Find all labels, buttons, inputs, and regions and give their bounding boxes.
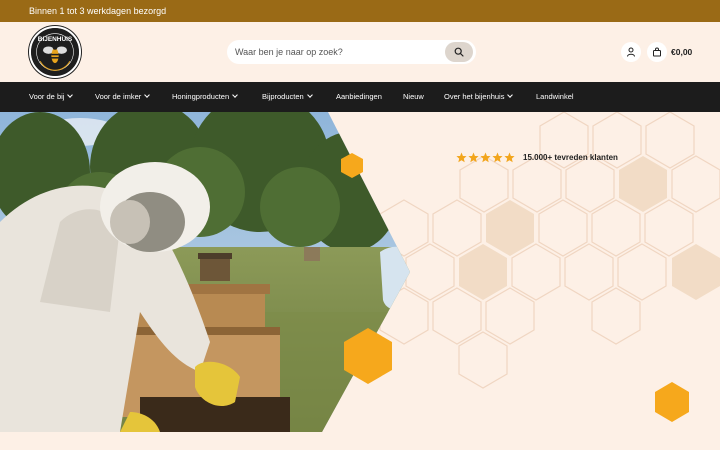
site-header: BIJENHUIS €0,00 bbox=[0, 22, 720, 82]
chevron-down-icon bbox=[232, 92, 238, 98]
customer-rating: 15.000+ tevreden klanten bbox=[456, 150, 618, 164]
search-icon bbox=[454, 47, 464, 57]
chevron-down-icon bbox=[144, 92, 151, 98]
cart-total[interactable]: €0,00 bbox=[671, 47, 692, 57]
search-input[interactable] bbox=[227, 40, 443, 64]
nav-item-voor-de-imker[interactable]: Voor de imker bbox=[95, 82, 151, 112]
nav-item-label: Voor de imker bbox=[95, 92, 142, 101]
nav-item-honingproducten[interactable]: Honingproducten bbox=[172, 82, 238, 112]
nav-item-label: Over het bijenhuis bbox=[444, 92, 505, 101]
search-bar bbox=[227, 40, 476, 64]
nav-item-aanbiedingen[interactable]: Aanbiedingen bbox=[336, 82, 382, 112]
star-icon bbox=[480, 152, 491, 162]
nav-item-over-het-bijenhuis[interactable]: Over het bijenhuis bbox=[444, 82, 514, 112]
cart-button[interactable] bbox=[647, 42, 667, 62]
hero-banner: 15.000+ tevreden klanten bbox=[0, 112, 720, 432]
star-icon bbox=[456, 152, 467, 162]
shipping-announcement-bar: Binnen 1 tot 3 werkdagen bezorgd bbox=[0, 0, 720, 22]
search-button[interactable] bbox=[445, 42, 473, 62]
bee-logo-icon: BIJENHUIS bbox=[31, 28, 79, 76]
nav-item-label: Bijproducten bbox=[262, 92, 304, 101]
nav-item-nieuw[interactable]: Nieuw bbox=[403, 82, 424, 112]
nav-item-label: Nieuw bbox=[403, 92, 424, 101]
bijenhuis-logo[interactable]: BIJENHUIS bbox=[29, 26, 81, 78]
svg-text:BIJENHUIS: BIJENHUIS bbox=[38, 36, 73, 43]
chevron-down-icon bbox=[507, 92, 514, 98]
account-button[interactable] bbox=[621, 42, 641, 62]
nav-item-label: Aanbiedingen bbox=[336, 92, 382, 101]
user-icon bbox=[627, 47, 635, 57]
star-icon bbox=[492, 152, 503, 162]
nav-item-label: Landwinkel bbox=[536, 92, 574, 101]
rating-text: 15.000+ tevreden klanten bbox=[523, 152, 618, 162]
nav-item-label: Voor de bij bbox=[29, 92, 65, 101]
star-icon bbox=[468, 152, 479, 162]
shopping-bag-icon bbox=[653, 47, 661, 57]
shipping-text: Binnen 1 tot 3 werkdagen bezorgd bbox=[29, 6, 167, 16]
five-stars bbox=[456, 152, 515, 163]
nav-item-bijproducten[interactable]: Bijproducten bbox=[262, 82, 313, 112]
nav-item-voor-de-bij[interactable]: Voor de bij bbox=[29, 82, 74, 112]
chevron-down-icon bbox=[67, 92, 74, 98]
nav-item-label: Honingproducten bbox=[172, 92, 230, 101]
star-icon bbox=[504, 152, 515, 162]
main-navigation: Voor de bij Voor de imker Honingproducte… bbox=[0, 82, 720, 112]
nav-item-landwinkel[interactable]: Landwinkel bbox=[536, 82, 574, 112]
chevron-down-icon bbox=[306, 92, 313, 98]
page-bottom-strip bbox=[0, 432, 720, 450]
